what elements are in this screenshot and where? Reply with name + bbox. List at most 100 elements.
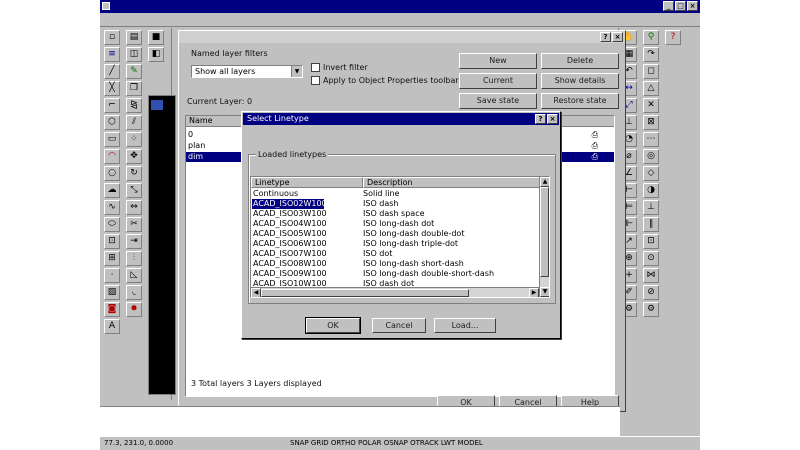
snap-tangent-icon[interactable]: ◑ [643, 183, 659, 198]
scroll-left-icon[interactable]: ◀ [251, 288, 261, 297]
show-details-button[interactable]: Show details [541, 73, 619, 89]
insert-block-icon[interactable]: ⊡ [104, 234, 120, 249]
scroll-up-icon[interactable]: ▲ [540, 177, 549, 187]
snap-insertion-icon[interactable]: ⊡ [643, 234, 659, 249]
linetype-ok-button[interactable]: OK [305, 317, 361, 334]
arc-icon[interactable]: ◠ [104, 149, 120, 164]
apply-toolbar-checkbox[interactable] [311, 76, 320, 85]
printer-icon[interactable]: ⎙ [592, 130, 598, 140]
line-icon[interactable]: ╱ [104, 64, 120, 79]
fillet-icon[interactable]: ◟ [126, 285, 142, 300]
pline-icon[interactable]: ⌐ [104, 98, 120, 113]
invert-filter-checkbox[interactable] [311, 63, 320, 72]
layer-state-icon[interactable]: ◫ [126, 47, 142, 62]
copy-icon[interactable]: ❐ [126, 81, 142, 96]
ellipse-icon[interactable]: ⬭ [104, 217, 120, 232]
snap-center-icon[interactable]: ◎ [643, 149, 659, 164]
scroll-right-icon[interactable]: ▶ [529, 288, 539, 297]
minimize-button[interactable]: _ [663, 1, 674, 11]
description-column-header[interactable]: Description [363, 177, 541, 188]
mtext-icon[interactable]: A [104, 319, 120, 334]
redo-icon[interactable]: ↷ [643, 47, 659, 62]
linetype-row[interactable]: ACAD_ISO05W100 ISO long-dash double-dot [251, 229, 541, 239]
snap-node-icon[interactable]: ⊙ [643, 251, 659, 266]
snap-none-icon[interactable]: ⊘ [643, 285, 659, 300]
layer-row[interactable]: plan [188, 141, 248, 151]
snap-intersection-icon[interactable]: ✕ [643, 98, 659, 113]
snap-extension-icon[interactable]: ⋯ [643, 132, 659, 147]
circle-icon[interactable]: ○ [104, 166, 120, 181]
layer-filter-combo[interactable]: Show all layers ▼ [191, 65, 303, 78]
horizontal-scroll-thumb[interactable] [261, 289, 469, 297]
rotate-icon[interactable]: ↻ [126, 166, 142, 181]
linetype-row[interactable]: ACAD_ISO07W100 ISO dot [251, 249, 541, 259]
linetype-close-button[interactable]: × [547, 114, 558, 124]
scale-icon[interactable]: ⤡ [126, 183, 142, 198]
linetype-cancel-button[interactable]: Cancel [372, 318, 426, 333]
revcloud-icon[interactable]: ☁ [104, 183, 120, 198]
maximize-button[interactable]: □ [675, 1, 686, 11]
region-icon[interactable]: ◙ [104, 302, 120, 317]
point-icon[interactable]: · [104, 268, 120, 283]
save-state-button[interactable]: Save state [459, 93, 537, 109]
make-block-icon[interactable]: ⊞ [104, 251, 120, 266]
move-icon[interactable]: ✥ [126, 149, 142, 164]
snap-endpoint-icon[interactable]: ◻ [643, 64, 659, 79]
snap-apparent-icon[interactable]: ⊠ [643, 115, 659, 130]
scroll-down-icon[interactable]: ▼ [540, 287, 549, 297]
layer-dialog-close-button[interactable]: × [612, 32, 623, 42]
help-icon[interactable]: ? [665, 30, 681, 45]
zoom-icon[interactable]: ⚲ [643, 30, 659, 45]
snap-perpendicular-icon[interactable]: ⊥ [643, 200, 659, 215]
command-line[interactable] [100, 406, 620, 436]
snap-nearest-icon[interactable]: ⋈ [643, 268, 659, 283]
explode-icon[interactable]: ✸ [126, 302, 142, 317]
model-space-strip[interactable] [148, 95, 176, 395]
printer-icon[interactable]: ⎙ [592, 152, 598, 162]
open-file-icon[interactable]: ▤ [126, 30, 142, 45]
array-icon[interactable]: ⁘ [126, 132, 142, 147]
close-button[interactable]: × [687, 1, 698, 11]
mirror-icon[interactable]: ⧎ [126, 98, 142, 113]
linetype-row[interactable]: ACAD_ISO04W100 ISO long-dash dot [251, 219, 541, 229]
trim-icon[interactable]: ✂ [126, 217, 142, 232]
offset-icon[interactable]: ⫽ [126, 115, 142, 130]
new-file-icon[interactable]: ▫ [104, 30, 120, 45]
layer-dialog-help-button[interactable]: ? [600, 32, 611, 42]
spline-icon[interactable]: ∿ [104, 200, 120, 215]
linetype-row[interactable]: ACAD_ISO06W100 ISO long-dash triple-dot [251, 239, 541, 249]
linetype-load-button[interactable]: Load... [434, 318, 496, 333]
chamfer-icon[interactable]: ◺ [126, 268, 142, 283]
layer-name-header[interactable]: Name [186, 116, 246, 127]
linetype-horizontal-scrollbar[interactable]: ◀ ▶ [251, 287, 539, 297]
drafting-modes[interactable]: SNAP GRID ORTHO POLAR OSNAP OTRACK LWT M… [290, 437, 483, 450]
linetype-help-button[interactable]: ? [535, 114, 546, 124]
new-layer-button[interactable]: New [459, 53, 537, 69]
snap-parallel-icon[interactable]: ∥ [643, 217, 659, 232]
linetype-vertical-scrollbar[interactable]: ▲ ▼ [539, 177, 549, 297]
osnap-settings-icon[interactable]: ⚙ [643, 302, 659, 317]
xline-icon[interactable]: ╳ [104, 81, 120, 96]
hatch-icon[interactable]: ▨ [104, 285, 120, 300]
snap-midpoint-icon[interactable]: △ [643, 81, 659, 96]
linetype-row[interactable]: ACAD_ISO08W100 ISO long-dash short-dash [251, 259, 541, 269]
printer-icon[interactable]: ⎙ [592, 141, 598, 151]
linetype-row[interactable]: Continuous Solid line [251, 189, 541, 199]
erase-icon[interactable]: ✎ [126, 64, 142, 79]
layer-icon[interactable]: ≡ [104, 47, 120, 62]
rectangle-icon[interactable]: ▭ [104, 132, 120, 147]
linetype-table[interactable]: Linetype Description Continuous Solid li… [250, 176, 550, 298]
color-icon[interactable]: ◧ [148, 47, 164, 62]
vertical-scroll-thumb[interactable] [540, 187, 549, 277]
restore-state-button[interactable]: Restore state [541, 93, 619, 109]
snap-quadrant-icon[interactable]: ◇ [643, 166, 659, 181]
extend-icon[interactable]: ⇥ [126, 234, 142, 249]
save-icon[interactable]: ■ [148, 30, 164, 45]
linetype-row[interactable]: ACAD_ISO09W100 ISO long-dash double-shor… [251, 269, 541, 279]
linetype-row[interactable]: ACAD_ISO03W100 ISO dash space [251, 209, 541, 219]
current-layer-button[interactable]: Current [459, 73, 537, 89]
linetype-row-selected[interactable]: ACAD_ISO02W100 ISO dash [251, 199, 541, 209]
break-icon[interactable]: ⫶ [126, 251, 142, 266]
delete-layer-button[interactable]: Delete [541, 53, 619, 69]
linetype-column-header[interactable]: Linetype [251, 177, 363, 188]
